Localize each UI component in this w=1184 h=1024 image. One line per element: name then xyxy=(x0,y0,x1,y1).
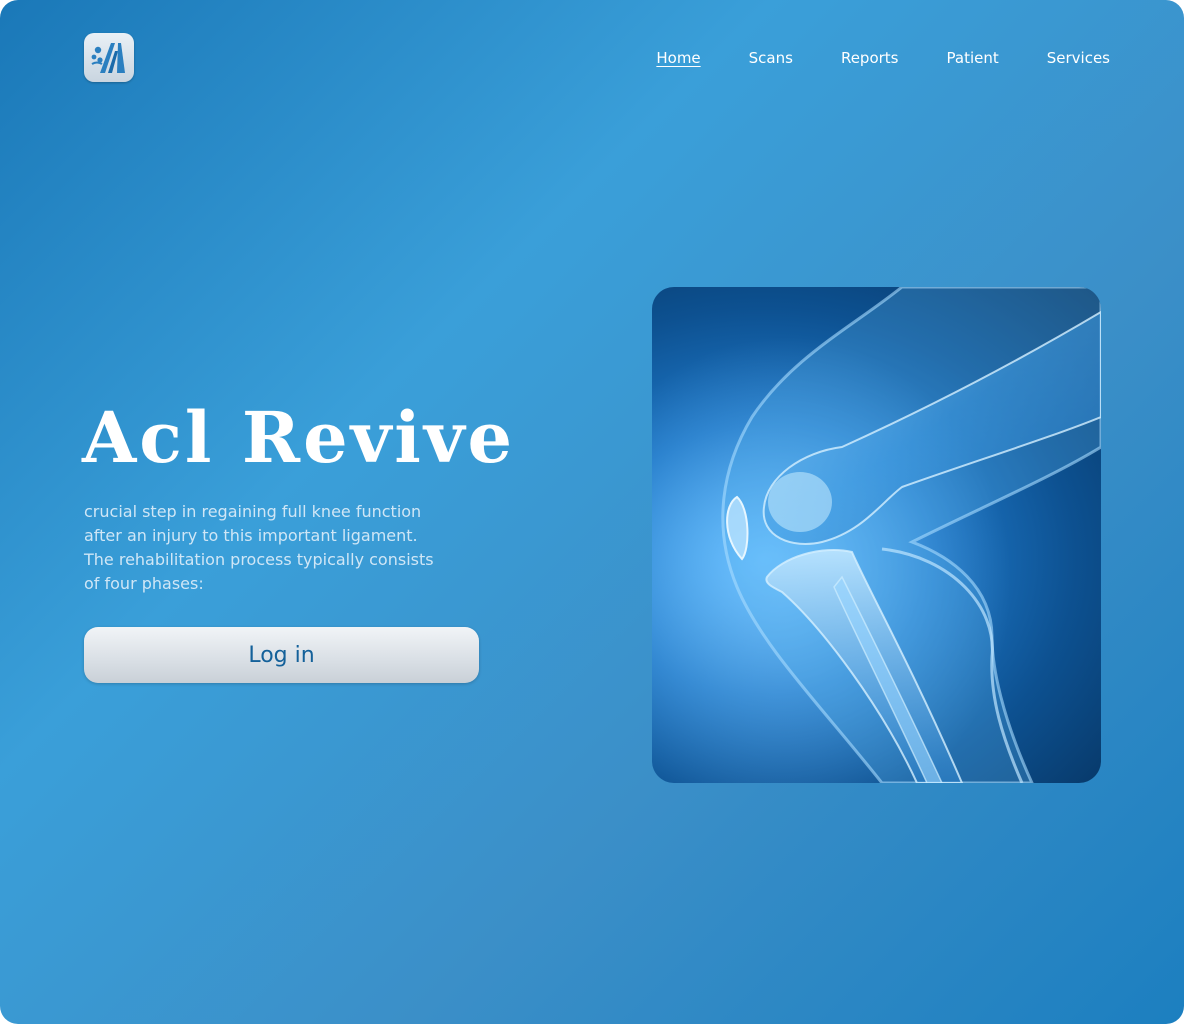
nav-item-patient[interactable]: Patient xyxy=(947,48,999,68)
nav-item-scans[interactable]: Scans xyxy=(749,48,793,68)
knee-xray-image xyxy=(652,287,1101,783)
main-navigation: Home Scans Reports Patient Services xyxy=(656,48,1110,68)
login-button[interactable]: Log in xyxy=(84,627,479,683)
nav-item-reports[interactable]: Reports xyxy=(841,48,899,68)
acl-revive-logo-icon[interactable] xyxy=(84,33,134,82)
nav-item-services[interactable]: Services xyxy=(1047,48,1110,68)
nav-item-home[interactable]: Home xyxy=(656,48,700,68)
landing-page: Home Scans Reports Patient Services Acl … xyxy=(0,0,1184,1024)
hero-description: crucial step in regaining full knee func… xyxy=(84,502,434,593)
hero-title: Acl Revive xyxy=(82,396,516,479)
